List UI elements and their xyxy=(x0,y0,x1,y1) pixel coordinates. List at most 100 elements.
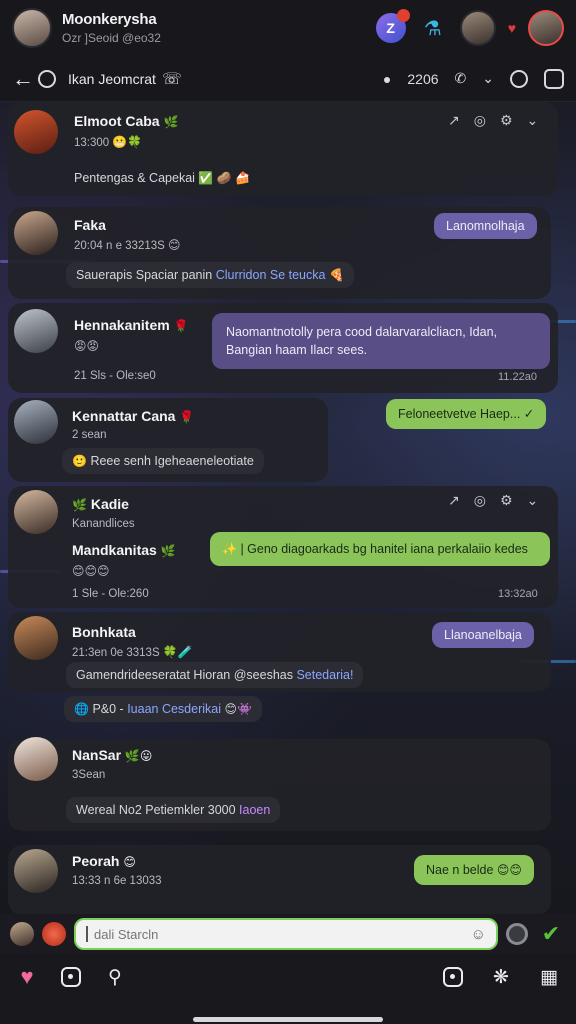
contact-avatar[interactable] xyxy=(459,10,496,46)
message-chip[interactable]: Sauerapis Spaciar panin Clurridon Se teu… xyxy=(66,262,354,288)
instagram-icon[interactable] xyxy=(440,964,466,990)
sparkle-icon: ✨ xyxy=(222,542,237,556)
avatar[interactable] xyxy=(14,110,58,154)
notification-badge xyxy=(396,9,410,22)
top-icons: Z ⚗ ♥ xyxy=(375,9,564,46)
list-item[interactable]: NanSar 🌿😛 3Sean Wereal No2 Petiemkler 30… xyxy=(8,737,551,831)
whatsapp-icon: ☏ xyxy=(161,70,182,88)
message-input-box[interactable]: ☺ xyxy=(74,918,498,950)
avatar[interactable] xyxy=(14,309,58,353)
chevron-down-icon[interactable]: ⌄ xyxy=(482,70,494,87)
sticker-icon[interactable] xyxy=(42,922,66,946)
mic-icon[interactable]: ◎ xyxy=(474,492,486,509)
avatar[interactable] xyxy=(14,490,58,534)
message-feed[interactable]: Elmoot Caba 🌿 13:300 😬🍀 Pentengas & Cape… xyxy=(0,102,576,915)
post-meta: 21:3en 0e 3313S 🍀🧪 xyxy=(72,645,193,659)
top-bar: Moonkerysha Ozr ]Seoid @eo32 Z ⚗ ♥ xyxy=(0,0,576,56)
message-chip[interactable]: 🌐 P&0 - Iuaan Cesderikai 😊👾 xyxy=(64,696,262,722)
post-meta-secondary: 1 Sle - Ole:260 xyxy=(72,588,149,600)
message-chip[interactable]: 🙂 Reee senh Igeheaeneleotiate xyxy=(62,448,264,474)
emoji-icon: 😊😊😊 xyxy=(72,564,110,578)
chip-highlight[interactable]: Clurridon Se teucka xyxy=(216,268,326,282)
list-item[interactable]: Elmoot Caba 🌿 13:300 😬🍀 Pentengas & Cape… xyxy=(8,102,558,196)
camera-icon[interactable] xyxy=(58,964,84,990)
chip-highlight[interactable]: Iuaan Cesderikai xyxy=(127,702,221,716)
home-indicator[interactable] xyxy=(193,1017,383,1022)
chat-title: Ikan Jeomcrat ☏ xyxy=(68,69,383,89)
user-icon[interactable]: ● xyxy=(383,71,391,87)
swirl-icon[interactable]: ❋ xyxy=(488,964,514,990)
settings-icon[interactable]: ⚙ xyxy=(500,492,513,509)
list-item[interactable]: 🌿 Kadie Kanandlices Mandkanitas 🌿 😊😊😊 1 … xyxy=(8,486,558,608)
avatar[interactable] xyxy=(14,737,58,781)
list-item[interactable]: Faka 20:04 n e 33213S 😊 Sauerapis Spacia… xyxy=(8,207,551,299)
author-name: Hennakanitem xyxy=(74,317,170,333)
reply-bubble[interactable]: Naomantnotolly pera cood dalarvaralcliac… xyxy=(212,313,550,370)
post-meta: 13:33 n 6e 13033 xyxy=(72,875,162,887)
list-item[interactable]: Kennattar Cana 🌹 2 sean 🙂 Reee senh Igeh… xyxy=(8,398,328,482)
avatar[interactable] xyxy=(14,849,58,893)
reply-bubble[interactable]: Nae n belde 😊😊 xyxy=(414,855,534,886)
message-chip[interactable]: Wereal No2 Petiemkler 3000 Iaoen xyxy=(66,797,281,823)
send-check-icon[interactable]: ✔ xyxy=(536,919,566,949)
record-icon[interactable] xyxy=(506,923,528,945)
mic-icon[interactable]: ◎ xyxy=(474,112,486,129)
post-meta: 20:04 n e 33213S 😊 xyxy=(74,238,181,252)
back-arrow-icon[interactable]: ← xyxy=(12,66,38,92)
author-name: Elmoot Caba xyxy=(74,113,160,129)
chip-highlight[interactable]: Setedaria! xyxy=(296,668,353,682)
leaf-icon: 🌹 xyxy=(179,410,195,424)
leaf-icon: 🌿 xyxy=(163,115,179,129)
author-name: Kennattar Cana xyxy=(72,408,176,424)
reply-bubble[interactable]: ✨ | Geno diagoarkads bg hanitel iana per… xyxy=(210,532,550,567)
message-chip[interactable]: Gamendrideeseratat Hioran @seeshas Seted… xyxy=(66,662,364,688)
author-name: Mandkanitas xyxy=(72,542,157,558)
chart-icon[interactable]: ↗ xyxy=(448,112,460,129)
list-item[interactable]: Hennakanitem 🌹 😡😡 21 Sls - Ole:se0 Naoma… xyxy=(8,303,558,393)
link-icon[interactable]: ⚗ xyxy=(418,13,448,43)
emoji-icon[interactable] xyxy=(510,69,528,88)
post-reactions: 😊😊😊 xyxy=(72,564,110,578)
message-input[interactable] xyxy=(94,926,465,942)
emoji-icon: 🍕 xyxy=(328,268,344,282)
notifications-button[interactable]: Z xyxy=(375,9,410,43)
my-avatar[interactable] xyxy=(10,922,34,946)
avatar[interactable] xyxy=(14,400,58,444)
chip-prefix: P&0 - xyxy=(92,702,128,716)
post-author: Peorah 😊 xyxy=(72,853,136,869)
nav-left-group: ♥ ⚲ xyxy=(14,964,128,990)
chat-title-text: Ikan Jeomcrat xyxy=(68,70,156,87)
list-item[interactable]: Peorah 😊 13:33 n 6e 13033 Nae n belde 😊😊 xyxy=(8,845,551,915)
contact-avatar-secondary[interactable] xyxy=(528,10,564,46)
post-time: 13:300 xyxy=(74,137,110,149)
nav-right-group: ❋ ▦ xyxy=(440,964,562,990)
post-author: Kennattar Cana 🌹 xyxy=(72,408,194,424)
chevron-down-icon[interactable]: ⌄ xyxy=(527,112,539,129)
edit-icon[interactable] xyxy=(544,68,564,89)
avatar[interactable] xyxy=(14,211,58,255)
phone-icon[interactable]: ✆ xyxy=(455,70,467,87)
camera-ring-icon[interactable] xyxy=(38,69,56,88)
reply-bubble[interactable]: Lanomnolhaja xyxy=(434,213,537,239)
reply-bubble[interactable]: Feloneetvetve Haep... ✓ xyxy=(386,399,547,430)
settings-icon[interactable]: ⚙ xyxy=(500,112,513,129)
reply-bubble[interactable]: Llanoanelbaja xyxy=(432,622,534,648)
chip-highlight[interactable]: Iaoen xyxy=(239,803,270,817)
search-icon[interactable]: ⚲ xyxy=(102,964,128,990)
list-item[interactable]: Bonhkata 21:3en 0e 3313S 🍀🧪 Gamendridees… xyxy=(8,612,551,692)
chevron-down-icon[interactable]: ⌄ xyxy=(527,492,539,509)
leaf-icon: 🌿 xyxy=(160,544,176,558)
heart-icon[interactable]: ♥ xyxy=(14,964,40,990)
emoji-icon: 😬🍀 xyxy=(112,135,143,149)
post-meta: 21 Sls - Ole:se0 xyxy=(74,370,156,382)
author-name: NanSar xyxy=(72,747,122,763)
avatar[interactable] xyxy=(14,616,58,660)
heart-icon[interactable]: ♥ xyxy=(508,20,516,36)
grid-icon[interactable]: ▦ xyxy=(536,964,562,990)
post-time: 21:3en 0e 3313S xyxy=(72,647,160,659)
post-reactions: 😡😡 xyxy=(74,339,99,353)
emoji-picker-icon[interactable]: ☺ xyxy=(471,926,486,943)
smile-icon: 🙂 xyxy=(72,454,87,468)
profile-avatar[interactable] xyxy=(12,8,52,48)
chart-icon[interactable]: ↗ xyxy=(448,492,460,509)
